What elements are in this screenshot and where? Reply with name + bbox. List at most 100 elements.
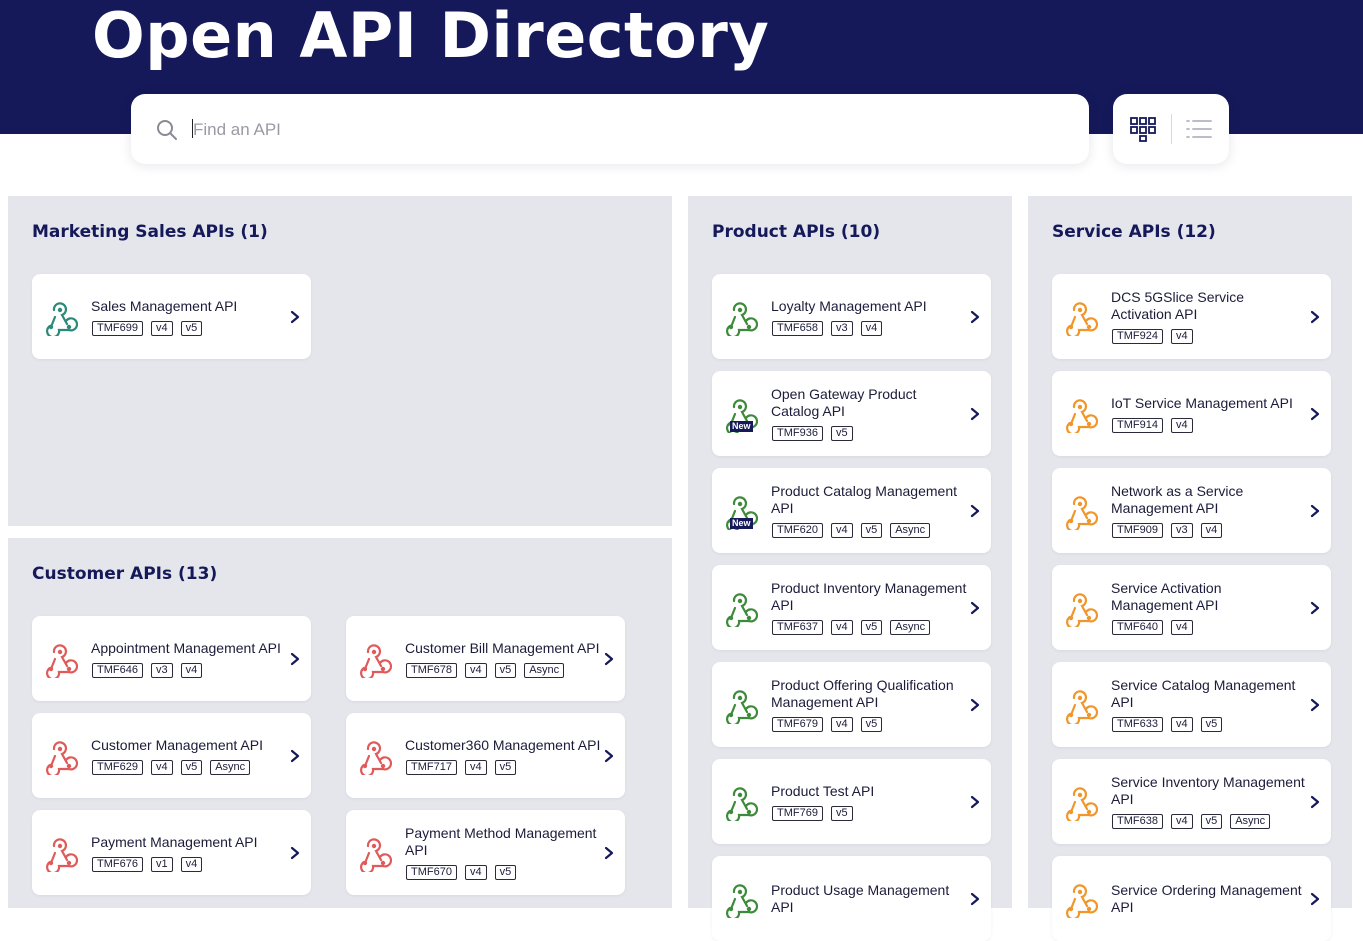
api-card[interactable]: Payment Method Management API TMF670 v4 v5 — [346, 810, 625, 895]
api-name: Product Inventory Management API — [771, 580, 967, 613]
grid-view-button[interactable] — [1126, 112, 1160, 146]
version-tag: v4 — [830, 620, 853, 635]
tag-list: TMF646 v3 v4 — [92, 663, 203, 678]
webhook-icon — [46, 838, 78, 872]
chevron-right-icon — [290, 846, 300, 860]
api-name: Customer Bill Management API — [405, 640, 600, 656]
webhook-icon — [1066, 593, 1098, 627]
api-name: Product Catalog Management API — [771, 483, 957, 516]
api-card[interactable]: Product Test API TMF769 v5 — [712, 759, 991, 844]
version-tag: TMF914 — [1112, 418, 1163, 433]
version-tag: TMF640 — [1112, 620, 1163, 635]
toggle-divider — [1171, 114, 1172, 144]
tag-list: TMF676 v1 v4 — [92, 857, 203, 872]
tag-list: TMF914 v4 — [1112, 418, 1193, 433]
page-title: Open API Directory — [92, 0, 770, 72]
list-view-icon — [1186, 120, 1212, 138]
api-card[interactable]: Product Usage Management API — [712, 856, 991, 941]
version-tag: v4 — [1170, 814, 1193, 829]
version-tag: v4 — [1170, 329, 1193, 344]
api-card[interactable]: IoT Service Management API TMF914 v4 — [1052, 371, 1331, 456]
tag-list: TMF717 v4 v5 — [406, 760, 517, 775]
version-tag: v5 — [860, 620, 883, 635]
version-tag: TMF769 — [772, 806, 823, 821]
api-card[interactable]: Loyalty Management API TMF658 v3 v4 — [712, 274, 991, 359]
version-tag: TMF924 — [1112, 329, 1163, 344]
api-card[interactable]: New Product Catalog Management API TMF620 v… — [712, 468, 991, 553]
version-tag: v3 — [1170, 523, 1193, 538]
version-tag: v5 — [860, 523, 883, 538]
version-tag: Async — [890, 620, 931, 635]
version-tag: TMF629 — [92, 760, 143, 775]
api-card[interactable]: Product Inventory Management API TMF637 v4… — [712, 565, 991, 650]
webhook-icon — [726, 302, 758, 336]
api-card[interactable]: Appointment Management API TMF646 v3 v4 — [32, 616, 311, 701]
api-name: Loyalty Management API — [771, 298, 927, 314]
version-tag: v5 — [494, 865, 517, 880]
api-name: Payment Method Management API — [405, 825, 597, 858]
version-tag: v4 — [180, 857, 203, 872]
version-tag: v4 — [180, 663, 203, 678]
chevron-right-icon — [290, 652, 300, 666]
api-card[interactable]: Service Inventory Management API TMF638 v4… — [1052, 759, 1331, 844]
version-tag: TMF679 — [772, 717, 823, 732]
version-tag: TMF637 — [772, 620, 823, 635]
list-view-button[interactable] — [1182, 112, 1216, 146]
search-input[interactable] — [191, 114, 1055, 146]
version-tag: TMF638 — [1112, 814, 1163, 829]
api-name: Payment Management API — [91, 834, 258, 850]
api-card[interactable]: Service Activation Management API TMF640 v… — [1052, 565, 1331, 650]
api-name: Sales Management API — [91, 298, 238, 314]
api-card[interactable]: Service Ordering Management API — [1052, 856, 1331, 941]
chevron-right-icon — [970, 504, 980, 518]
api-name: Service Activation Management API — [1111, 580, 1222, 613]
chevron-right-icon — [290, 749, 300, 763]
api-card[interactable]: Customer Management API TMF629 v4 v5 Async — [32, 713, 311, 798]
chevron-right-icon — [1310, 795, 1320, 809]
api-card[interactable]: Payment Management API TMF676 v1 v4 — [32, 810, 311, 895]
text-caret — [192, 119, 193, 138]
api-card[interactable]: Network as a Service Management API TMF90… — [1052, 468, 1331, 553]
tag-list: TMF909 v3 v4 — [1112, 523, 1223, 538]
api-card[interactable]: Customer Bill Management API TMF678 v4 v5 As… — [346, 616, 625, 701]
api-name: DCS 5GSlice Service Activation API — [1111, 289, 1245, 322]
service-panel: Service APIs (12) DCS 5GSlice Service Ac… — [1028, 196, 1352, 941]
api-name: Customer360 Management API — [405, 737, 601, 753]
webhook-icon — [360, 838, 392, 872]
api-name: Appointment Management API — [91, 640, 281, 656]
tag-list: TMF670 v4 v5 — [406, 865, 517, 880]
version-tag: v5 — [830, 806, 853, 821]
api-card[interactable]: New Open Gateway Product Catalog API TMF93… — [712, 371, 991, 456]
api-card[interactable]: Product Offering Qualification Managemen… — [712, 662, 991, 747]
grid-view-icon — [1130, 117, 1156, 142]
version-tag: v4 — [860, 321, 883, 336]
version-tag: v4 — [464, 865, 487, 880]
search-bar — [131, 94, 1089, 164]
version-tag: v4 — [1170, 620, 1193, 635]
search-icon — [157, 120, 177, 140]
api-card[interactable]: Service Catalog Management API TMF633 v4 v5 — [1052, 662, 1331, 747]
marketing-sales-panel: Marketing Sales APIs (1) Sales Managemen… — [8, 196, 672, 526]
chevron-right-icon — [604, 749, 614, 763]
webhook-icon — [46, 644, 78, 678]
chevron-right-icon — [1310, 892, 1320, 906]
tag-list: TMF637 v4 v5 Async — [772, 620, 931, 635]
tag-list: TMF699 v4 v5 — [92, 321, 203, 336]
chevron-right-icon — [1310, 601, 1320, 615]
version-tag: TMF676 — [92, 857, 143, 872]
version-tag: v4 — [1200, 523, 1223, 538]
webhook-icon — [1066, 302, 1098, 336]
api-card[interactable]: Customer360 Management API TMF717 v4 v5 — [346, 713, 625, 798]
chevron-right-icon — [1310, 310, 1320, 324]
tag-list: TMF924 v4 — [1112, 329, 1193, 344]
api-card[interactable]: DCS 5GSlice Service Activation API TMF924… — [1052, 274, 1331, 359]
api-name: Service Ordering Management API — [1111, 882, 1302, 915]
version-tag: Async — [890, 523, 931, 538]
api-card[interactable]: Sales Management API TMF699 v4 v5 — [32, 274, 311, 359]
version-tag: v3 — [150, 663, 173, 678]
chevron-right-icon — [970, 601, 980, 615]
version-tag: TMF658 — [772, 321, 823, 336]
chevron-right-icon — [970, 795, 980, 809]
webhook-icon — [46, 302, 78, 336]
version-tag: v4 — [830, 717, 853, 732]
